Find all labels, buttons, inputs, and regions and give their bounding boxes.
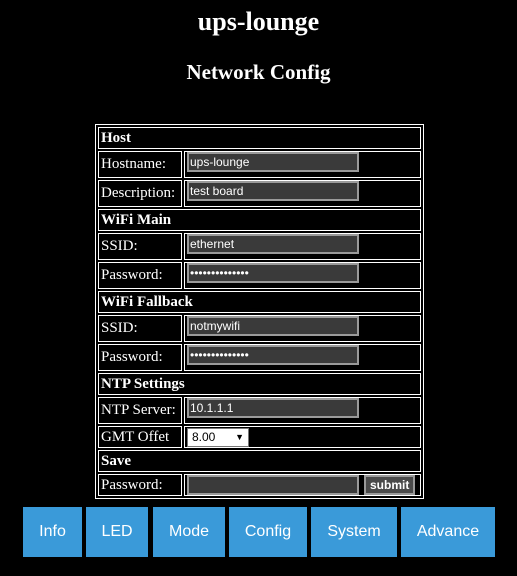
description-cell: test board xyxy=(184,180,421,207)
wifi-main-header-row: WiFi Main xyxy=(98,209,421,231)
gmt-offset-label: GMT Offet xyxy=(98,426,182,448)
wifi-main-password-label: Password: xyxy=(98,262,182,289)
wifi-main-ssid-row: SSID: ethernet xyxy=(98,233,421,260)
nav-config-button[interactable]: Config xyxy=(229,507,307,557)
ntp-server-row: NTP Server: 10.1.1.1 xyxy=(98,397,421,424)
save-password-input[interactable] xyxy=(187,475,359,495)
hostname-cell: ups-lounge xyxy=(184,151,421,178)
save-group-title: Save xyxy=(98,450,421,472)
save-password-row: Password: submit xyxy=(98,474,421,496)
ntp-server-label: NTP Server: xyxy=(98,397,182,424)
gmt-offset-row: GMT Offet 8.00 ▼ xyxy=(98,426,421,448)
save-header-row: Save xyxy=(98,450,421,472)
save-password-cell: submit xyxy=(184,474,421,496)
wifi-fallback-password-cell: •••••••••••••• xyxy=(184,344,421,371)
hostname-row: Hostname: ups-lounge xyxy=(98,151,421,178)
wifi-main-ssid-input[interactable]: ethernet xyxy=(187,234,359,254)
description-input[interactable]: test board xyxy=(187,181,359,201)
wifi-main-password-row: Password: •••••••••••••• xyxy=(98,262,421,289)
submit-button[interactable]: submit xyxy=(364,475,416,495)
wifi-main-group-title: WiFi Main xyxy=(98,209,421,231)
page-title: ups-lounge xyxy=(197,7,320,36)
wifi-fallback-password-input[interactable]: •••••••••••••• xyxy=(187,345,359,365)
chevron-down-icon: ▼ xyxy=(235,432,244,442)
wifi-main-password-input[interactable]: •••••••••••••• xyxy=(187,263,359,283)
wifi-fallback-header-row: WiFi Fallback xyxy=(98,291,421,313)
nav-bar: Info LED Mode Config System Advance xyxy=(0,507,517,557)
nav-system-button[interactable]: System xyxy=(311,507,397,557)
wifi-fallback-ssid-row: SSID: notmywifi xyxy=(98,315,421,342)
network-config-table: Host Hostname: ups-lounge Description: t… xyxy=(95,124,424,499)
section-heading: Network Config xyxy=(186,60,331,84)
hostname-input[interactable]: ups-lounge xyxy=(187,152,359,172)
wifi-fallback-password-label: Password: xyxy=(98,344,182,371)
gmt-offset-value: 8.00 xyxy=(192,430,216,444)
gmt-offset-cell: 8.00 ▼ xyxy=(184,426,421,448)
wifi-main-ssid-cell: ethernet xyxy=(184,233,421,260)
wifi-fallback-ssid-cell: notmywifi xyxy=(184,315,421,342)
wifi-fallback-ssid-input[interactable]: notmywifi xyxy=(187,316,359,336)
nav-advance-button[interactable]: Advance xyxy=(401,507,495,557)
save-password-group: submit xyxy=(187,475,418,495)
nav-led-button[interactable]: LED xyxy=(86,507,148,557)
save-password-label: Password: xyxy=(98,474,182,496)
nav-info-button[interactable]: Info xyxy=(23,507,82,557)
description-row: Description: test board xyxy=(98,180,421,207)
wifi-fallback-group-title: WiFi Fallback xyxy=(98,291,421,313)
hostname-label: Hostname: xyxy=(98,151,182,178)
wifi-fallback-ssid-label: SSID: xyxy=(98,315,182,342)
host-header-row: Host xyxy=(98,127,421,149)
host-group-title: Host xyxy=(98,127,421,149)
ntp-server-cell: 10.1.1.1 xyxy=(184,397,421,424)
ntp-server-input[interactable]: 10.1.1.1 xyxy=(187,398,359,418)
ntp-group-title: NTP Settings xyxy=(98,373,421,395)
nav-mode-button[interactable]: Mode xyxy=(153,507,225,557)
gmt-offset-select[interactable]: 8.00 ▼ xyxy=(187,427,249,447)
wifi-main-password-cell: •••••••••••••• xyxy=(184,262,421,289)
wifi-fallback-password-row: Password: •••••••••••••• xyxy=(98,344,421,371)
description-label: Description: xyxy=(98,180,182,207)
wifi-main-ssid-label: SSID: xyxy=(98,233,182,260)
ntp-header-row: NTP Settings xyxy=(98,373,421,395)
